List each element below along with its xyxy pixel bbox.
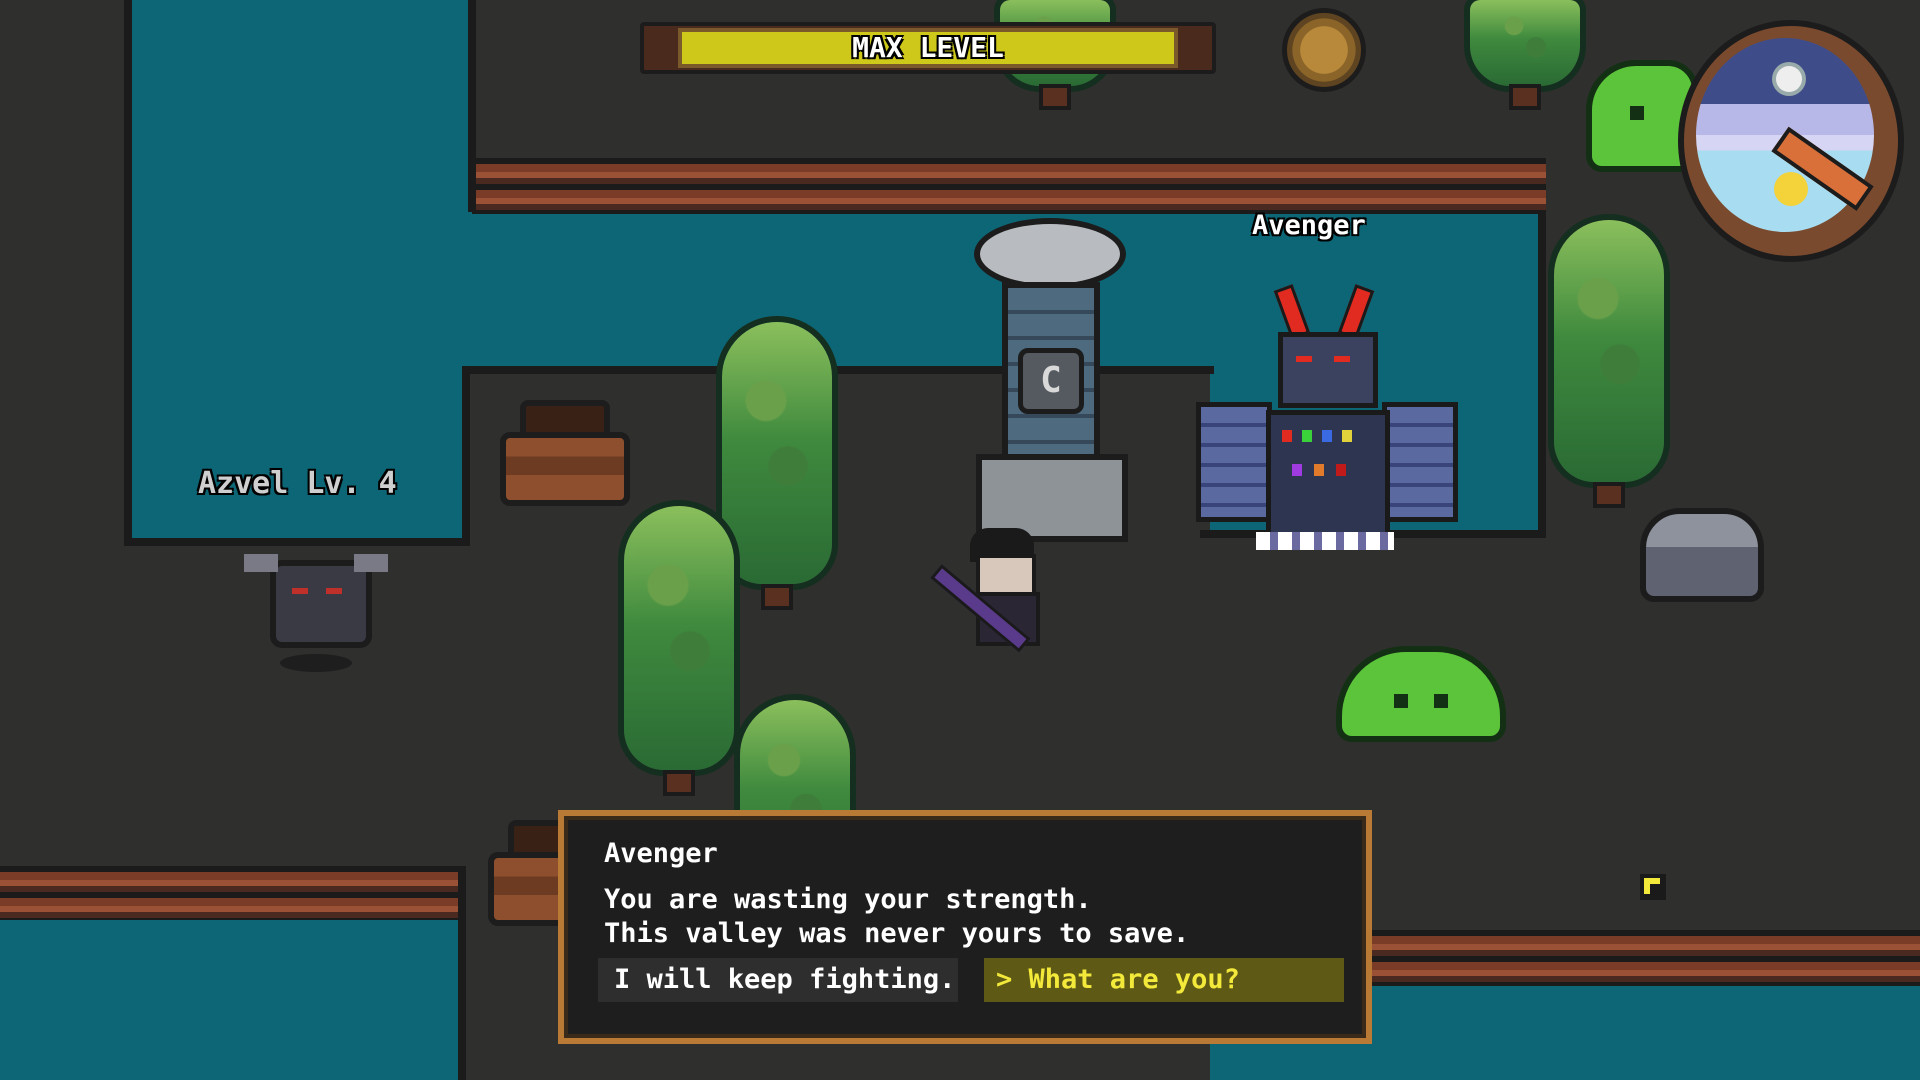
brick-wall-top bbox=[472, 158, 1546, 214]
dialog-box: Avenger You are wasting your strength. T… bbox=[558, 810, 1372, 1044]
dialog-line-2: This valley was never yours to save. bbox=[604, 918, 1190, 949]
avenger-boss[interactable] bbox=[1196, 284, 1458, 566]
bottom-left-edge bbox=[458, 866, 466, 1080]
left-water-bottom-edge bbox=[124, 538, 468, 546]
pointer-cursor-icon bbox=[1640, 874, 1670, 904]
water-left bbox=[130, 0, 470, 540]
selection-chevron-icon: > bbox=[996, 964, 1013, 995]
boss-name-label: Avenger bbox=[1252, 210, 1366, 241]
dialog-option-what-are-you[interactable]: > What are you? bbox=[984, 958, 1344, 1002]
pine-tree bbox=[1554, 220, 1664, 504]
brick-wall-bottom-right bbox=[1360, 930, 1920, 986]
dialog-option-label: What are you? bbox=[1028, 964, 1240, 995]
dialog-line-1: You are wasting your strength. bbox=[604, 884, 1092, 915]
pine-tree bbox=[1470, 0, 1580, 106]
inner-edge bbox=[462, 372, 470, 546]
enemy-name-level-label: Azvel Lv. 4 bbox=[198, 466, 397, 501]
upper-left-edge bbox=[468, 0, 476, 212]
xp-bar: MAX LEVEL bbox=[640, 14, 1216, 74]
pillar-c-rune-icon: C bbox=[1018, 348, 1084, 414]
green-slime-enemy[interactable] bbox=[1336, 646, 1506, 742]
boulder bbox=[1640, 508, 1764, 602]
water-bottom-left bbox=[0, 918, 460, 1080]
day-night-clock-icon bbox=[1678, 20, 1904, 262]
xp-bar-label: MAX LEVEL bbox=[852, 31, 1004, 64]
dialog-speaker-name: Avenger bbox=[604, 838, 718, 869]
coin-icon bbox=[1282, 8, 1366, 92]
dialog-option-keep-fighting[interactable]: I will keep fighting. bbox=[598, 958, 958, 1002]
azvel-enemy[interactable] bbox=[244, 550, 388, 680]
stone-pillar[interactable]: C bbox=[970, 218, 1128, 548]
clay-pot[interactable] bbox=[500, 400, 630, 506]
dialog-option-label: I will keep fighting. bbox=[614, 964, 956, 995]
pine-tree bbox=[624, 506, 734, 792]
player-character[interactable] bbox=[930, 528, 1056, 653]
pool-edge-right bbox=[1538, 160, 1546, 538]
left-water-edge bbox=[124, 0, 132, 546]
brick-wall-bottom-left bbox=[0, 866, 466, 920]
pine-tree bbox=[722, 322, 832, 606]
